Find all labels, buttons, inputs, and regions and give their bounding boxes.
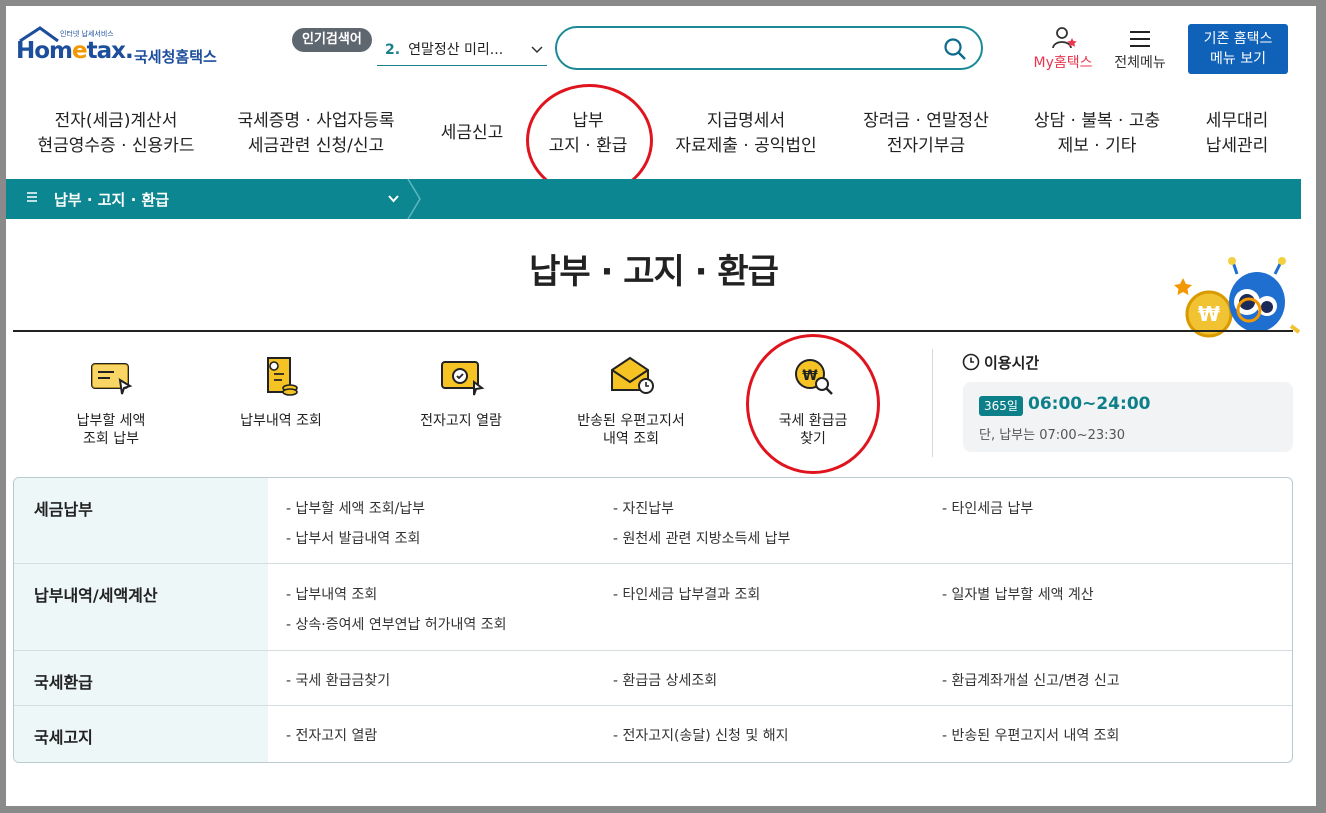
quick-menu-tax-payment[interactable]: 납부할 세액 조회 납부 bbox=[36, 354, 186, 448]
breadcrumb-separator-icon bbox=[407, 179, 421, 219]
menu-icon bbox=[27, 192, 37, 202]
table-row: 납부내역/세액계산 납부내역 조회 타인세금 납부결과 조회 일자별 납부할 세… bbox=[14, 564, 1292, 651]
gnb-item-incentives[interactable]: 장려금 · 연말정산 전자기부금 bbox=[856, 109, 996, 159]
gnb-item-tax-filing[interactable]: 세금신고 bbox=[432, 121, 512, 146]
search-icon[interactable] bbox=[943, 37, 967, 61]
my-hometax-button[interactable]: My홈택스 bbox=[1028, 26, 1098, 74]
logo-wordmark: Hometax. bbox=[16, 38, 134, 64]
hamburger-icon bbox=[1130, 31, 1150, 47]
popular-search-badge: 인기검색어 bbox=[292, 28, 372, 52]
gnb-item-tax-agent[interactable]: 세무대리 납세관리 bbox=[1192, 109, 1282, 159]
link-item[interactable]: 일자별 납부할 세액 계산 bbox=[942, 584, 1094, 604]
hours-title: 이용시간 bbox=[962, 352, 1039, 373]
e-notice-icon bbox=[441, 361, 485, 396]
table-row: 세금납부 납부할 세액 조회/납부 자진납부 타인세금 납부 납부서 발급내역 … bbox=[14, 478, 1292, 564]
returned-mail-icon bbox=[611, 356, 654, 394]
link-item[interactable]: 국세 환급금찾기 bbox=[286, 670, 391, 690]
svg-text:₩: ₩ bbox=[1198, 302, 1220, 326]
clock-icon bbox=[962, 353, 980, 371]
breadcrumb[interactable]: 납부 · 고지 · 환급 bbox=[6, 179, 1301, 219]
link-item[interactable]: 자진납부 bbox=[613, 498, 675, 518]
link-item[interactable]: 납부서 발급내역 조회 bbox=[286, 528, 421, 548]
quick-menu-returned-mail[interactable]: 반송된 우편고지서 내역 조회 bbox=[556, 354, 706, 448]
popular-term: 연말정산 미리... bbox=[408, 42, 504, 58]
hours-badge: 365일 bbox=[979, 396, 1023, 416]
link-item[interactable]: 상속·증여세 연부연납 허가내역 조회 bbox=[286, 614, 507, 634]
hometax-page: 인터넷 납세서비스 Hometax. 국세청홈택스 인기검색어 2. 연말정산 미… bbox=[6, 6, 1316, 806]
section-title: 세금납부 bbox=[14, 478, 268, 563]
gnb-item-e-invoice[interactable]: 전자(세금)계산서 현금영수증 · 신용카드 bbox=[36, 109, 196, 159]
quick-menu-payment-history[interactable]: 납부내역 조회 bbox=[206, 354, 356, 430]
link-item[interactable]: 납부할 세액 조회/납부 bbox=[286, 498, 426, 518]
section-title: 국세고지 bbox=[14, 706, 268, 762]
link-item[interactable]: 환급계좌개설 신고/변경 신고 bbox=[942, 670, 1120, 690]
global-nav: 전자(세금)계산서 현금영수증 · 신용카드 국세증명 · 사업자등록 세금관련 신… bbox=[6, 101, 1316, 173]
search-box bbox=[555, 26, 983, 70]
search-input[interactable] bbox=[575, 37, 935, 59]
title-divider bbox=[13, 330, 1293, 332]
link-item[interactable]: 타인세금 납부결과 조회 bbox=[613, 584, 761, 604]
legacy-menu-button[interactable]: 기존 홈택스 메뉴 보기 bbox=[1188, 24, 1288, 74]
section-title: 국세환급 bbox=[14, 651, 268, 705]
tax-payment-icon bbox=[91, 363, 133, 395]
mascot-coin-character-icon: ₩ bbox=[1174, 257, 1301, 338]
link-item[interactable]: 반송된 우편고지서 내역 조회 bbox=[942, 725, 1120, 745]
link-item[interactable]: 납부내역 조회 bbox=[286, 584, 378, 604]
link-item[interactable]: 원천세 관련 지방소득세 납부 bbox=[613, 528, 791, 548]
table-row: 국세환급 국세 환급금찾기 환급금 상세조회 환급계좌개설 신고/변경 신고 bbox=[14, 651, 1292, 706]
menu-table: 세금납부 납부할 세액 조회/납부 자진납부 타인세금 납부 납부서 발급내역 … bbox=[13, 477, 1293, 763]
hometax-logo[interactable]: 인터넷 납세서비스 Hometax. 국세청홈택스 bbox=[16, 26, 236, 78]
popular-search-select[interactable]: 2. 연말정산 미리... bbox=[377, 34, 547, 66]
payment-history-icon bbox=[267, 357, 298, 396]
gnb-item-consulting[interactable]: 상담 · 불복 · 고충 제보 · 기타 bbox=[1022, 109, 1172, 159]
vertical-divider bbox=[932, 349, 933, 457]
section-title: 납부내역/세액계산 bbox=[14, 564, 268, 650]
link-item[interactable]: 타인세금 납부 bbox=[942, 498, 1034, 518]
gnb-item-statements[interactable]: 지급명세서 자료제출 · 공익법인 bbox=[666, 109, 826, 159]
all-menu-button[interactable]: 전체메뉴 bbox=[1108, 26, 1172, 74]
link-item[interactable]: 환급금 상세조회 bbox=[613, 670, 718, 690]
chevron-down-icon bbox=[388, 195, 399, 203]
hours-time: 06:00~24:00 bbox=[1028, 394, 1151, 414]
table-row: 국세고지 전자고지 열람 전자고지(송달) 신청 및 해지 반송된 우편고지서 … bbox=[14, 706, 1292, 762]
popular-rank: 2. bbox=[385, 42, 401, 58]
gnb-item-certificates[interactable]: 국세증명 · 사업자등록 세금관련 신청/신고 bbox=[231, 109, 401, 159]
quick-menu-e-notice[interactable]: 전자고지 열람 bbox=[386, 354, 536, 430]
link-item[interactable]: 전자고지(송달) 신청 및 해지 bbox=[613, 725, 789, 745]
hours-note: 단, 납부는 07:00~23:30 bbox=[979, 428, 1126, 443]
link-item[interactable]: 전자고지 열람 bbox=[286, 725, 378, 745]
page-title: 납부 · 고지 · 환급 bbox=[529, 252, 779, 292]
breadcrumb-label: 납부 · 고지 · 환급 bbox=[54, 191, 170, 209]
chevron-down-icon bbox=[531, 46, 543, 54]
highlight-circle-refund bbox=[746, 334, 880, 474]
hours-box: 365일 06:00~24:00 단, 납부는 07:00~23:30 bbox=[963, 382, 1293, 452]
logo-name: 국세청홈택스 bbox=[134, 48, 217, 66]
user-icon bbox=[1052, 27, 1077, 49]
